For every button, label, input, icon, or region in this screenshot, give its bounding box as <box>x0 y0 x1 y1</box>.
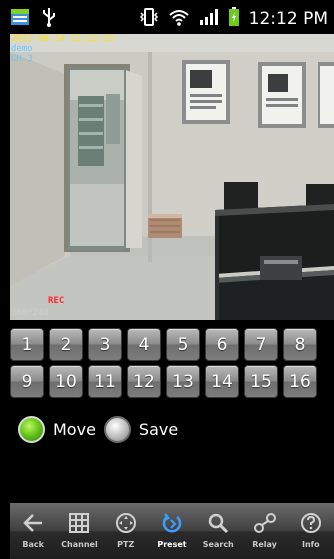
back-arrow-icon <box>21 511 45 535</box>
toolbar-ptz-button[interactable]: PTZ <box>103 503 149 559</box>
preset-icon <box>160 511 184 535</box>
preset-button-5[interactable]: 5 <box>166 328 200 361</box>
osd-timestamp: 2011-06-14 12:12:15 <box>11 34 114 44</box>
toolbar-ptz-label: PTZ <box>117 540 135 549</box>
toolbar-search-label: Search <box>202 540 234 549</box>
preset-button-16[interactable]: 16 <box>283 365 317 398</box>
wifi-icon <box>169 8 189 30</box>
info-icon <box>299 511 323 535</box>
osd-rec-indicator: REC <box>48 296 65 306</box>
toolbar-info-button[interactable]: Info <box>288 503 334 559</box>
preset-button-11[interactable]: 11 <box>88 365 122 398</box>
vibrate-icon <box>139 8 159 30</box>
toolbar-info-label: Info <box>302 540 320 549</box>
preset-button-4[interactable]: 4 <box>127 328 161 361</box>
preset-button-2[interactable]: 2 <box>49 328 83 361</box>
camera-video-feed[interactable]: 2011-06-14 12:12:15 demo CH 3 REC 360*24… <box>10 34 334 320</box>
bottom-toolbar: Back Channel PTZ Preset Search Relay Inf… <box>10 503 334 559</box>
osd-resolution: 360*240 <box>11 308 49 318</box>
osd-channel: CH 3 <box>11 54 33 64</box>
preset-button-10[interactable]: 10 <box>49 365 83 398</box>
usb-icon <box>42 7 56 31</box>
toolbar-relay-button[interactable]: Relay <box>241 503 287 559</box>
grid-icon <box>67 511 91 535</box>
preset-button-7[interactable]: 7 <box>244 328 278 361</box>
preset-button-8[interactable]: 8 <box>283 328 317 361</box>
toolbar-back-button[interactable]: Back <box>10 503 56 559</box>
search-icon <box>206 511 230 535</box>
status-time: 12:12 PM <box>248 9 328 29</box>
camera-scene-image <box>10 34 334 320</box>
move-radio-button[interactable] <box>18 416 45 443</box>
status-bar: 12:12 PM <box>0 0 334 34</box>
battery-icon <box>228 7 239 31</box>
signal-icon <box>199 8 219 30</box>
preset-button-13[interactable]: 13 <box>166 365 200 398</box>
preset-button-grid: 1 2 3 4 5 6 7 8 9 10 11 12 13 14 15 16 <box>10 328 328 398</box>
toolbar-channel-label: Channel <box>61 540 98 549</box>
save-radio-option[interactable]: Save <box>103 416 179 443</box>
move-radio-label: Move <box>53 420 96 439</box>
osd-camera-name: demo <box>11 44 33 54</box>
mode-radio-group: Move Save <box>18 416 186 443</box>
toolbar-preset-label: Preset <box>157 540 187 549</box>
app-screen: 12:12 PM 2011-06-14 12:12:15 demo CH 3 R… <box>0 0 334 559</box>
preset-button-15[interactable]: 15 <box>244 365 278 398</box>
toolbar-channel-button[interactable]: Channel <box>56 503 102 559</box>
ptz-icon <box>114 511 138 535</box>
preset-button-6[interactable]: 6 <box>205 328 239 361</box>
toolbar-search-button[interactable]: Search <box>195 503 241 559</box>
preset-button-14[interactable]: 14 <box>205 365 239 398</box>
move-radio-option[interactable]: Move <box>18 416 96 443</box>
toolbar-relay-label: Relay <box>252 540 277 549</box>
preset-button-1[interactable]: 1 <box>10 328 44 361</box>
toolbar-preset-button[interactable]: Preset <box>149 503 195 559</box>
app-notification-icon <box>10 8 30 30</box>
relay-icon <box>253 511 277 535</box>
save-radio-label: Save <box>138 420 179 439</box>
preset-button-3[interactable]: 3 <box>88 328 122 361</box>
save-radio-button[interactable] <box>103 416 131 443</box>
toolbar-back-label: Back <box>22 540 44 549</box>
preset-button-9[interactable]: 9 <box>10 365 44 398</box>
preset-button-12[interactable]: 12 <box>127 365 161 398</box>
